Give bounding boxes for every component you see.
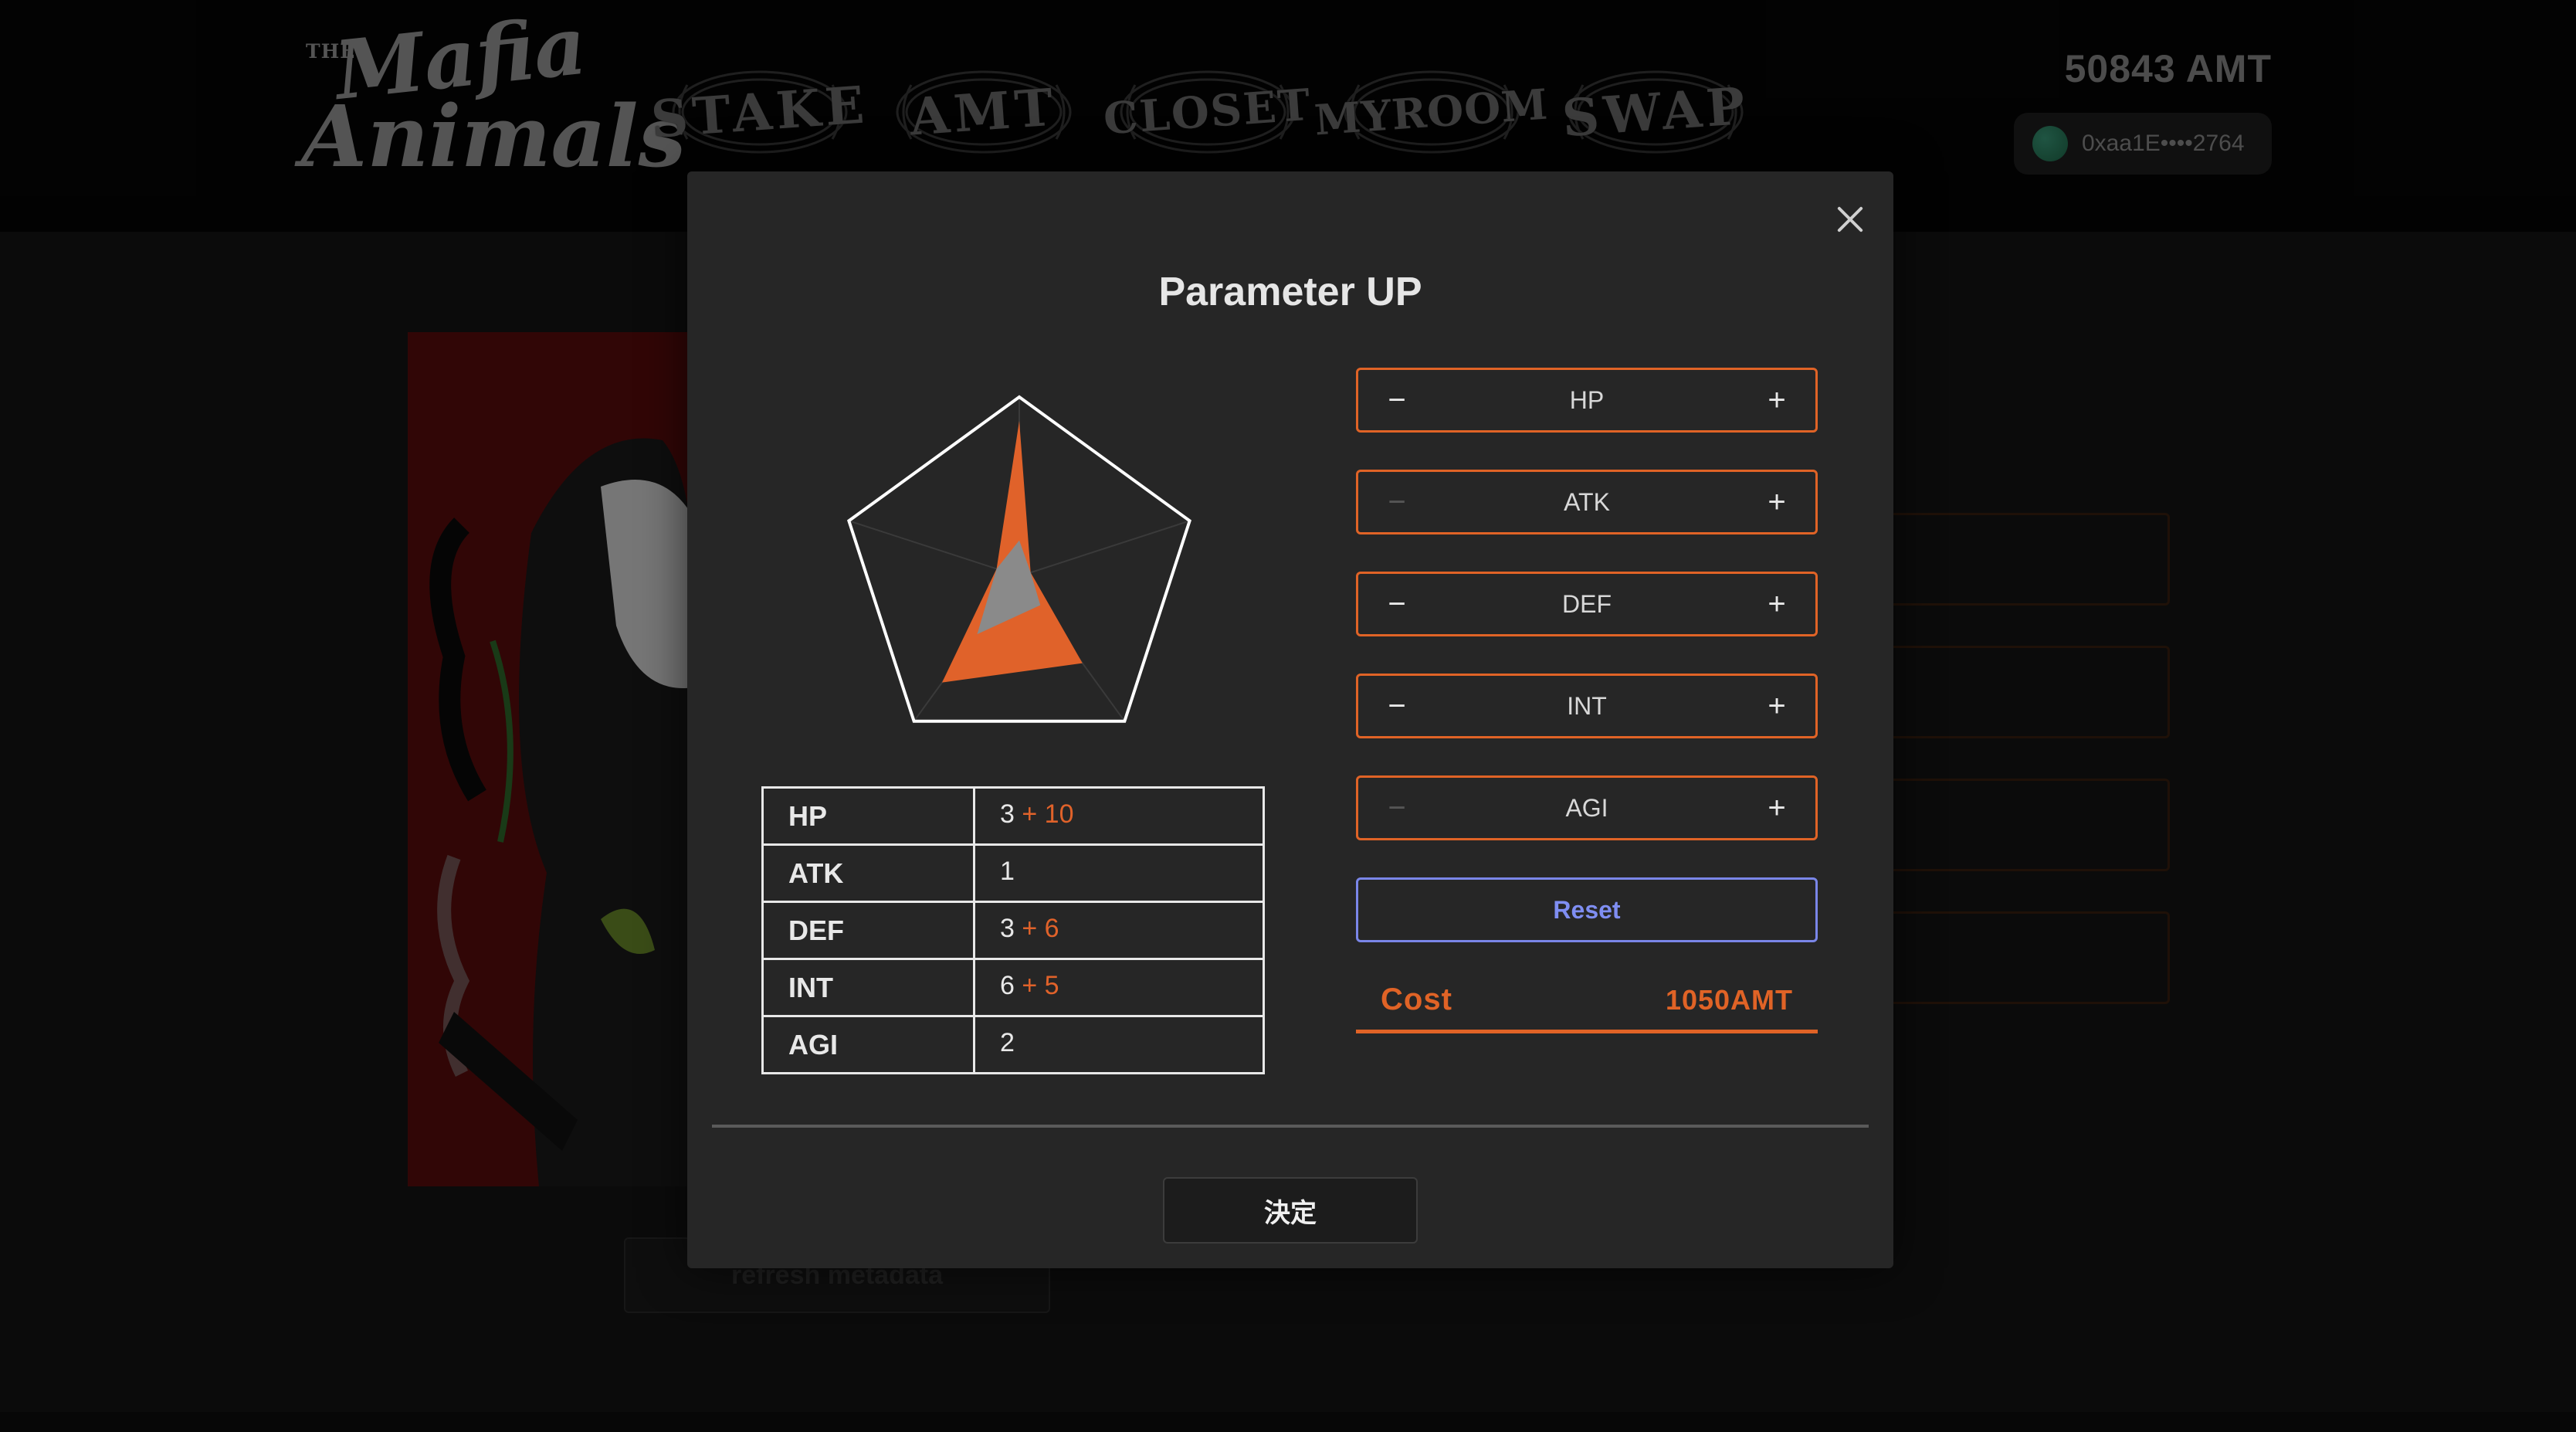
cost-label: Cost <box>1381 982 1452 1016</box>
stat-bonus: + 10 <box>1022 799 1074 829</box>
modal-divider <box>712 1125 1869 1128</box>
hp-increase-button[interactable]: + <box>1746 370 1808 430</box>
stat-value-agi: 2 <box>973 1015 1265 1074</box>
stat-value-atk: 1 <box>973 843 1265 903</box>
stat-key-def: DEF <box>761 901 975 960</box>
footer-bar <box>0 1412 2576 1432</box>
atk-decrease-button[interactable]: − <box>1366 472 1428 532</box>
radar-spoke-atk <box>1019 520 1190 577</box>
confirm-button[interactable]: 決定 <box>1163 1177 1418 1244</box>
stats-table: HP 3 + 10 ATK 1 DEF 3 + 6 INT 6 + 5 AGI <box>761 786 1265 1074</box>
stat-base: 3 <box>1000 914 1015 943</box>
int-increase-button[interactable]: + <box>1746 676 1808 736</box>
atk-increase-button[interactable]: + <box>1746 472 1808 532</box>
stat-key-hp: HP <box>761 786 975 846</box>
stat-base: 3 <box>1000 799 1015 829</box>
radar-spoke-agi <box>849 520 1020 577</box>
table-row: DEF 3 + 6 <box>761 901 1265 960</box>
table-row: AGI 2 <box>761 1015 1265 1074</box>
stat-base: 6 <box>1000 971 1015 1000</box>
atk-stepper: ATK − + <box>1356 470 1818 534</box>
stat-bonus: + 5 <box>1022 971 1059 1000</box>
int-stepper: INT − + <box>1356 674 1818 738</box>
cost-display: Cost 1050AMT <box>1356 970 1818 1033</box>
parameter-up-modal: Parameter UP HP 3 + 10 ATK 1 DEF 3 + 6 I… <box>687 171 1893 1268</box>
table-row: INT 6 + 5 <box>761 958 1265 1017</box>
stat-key-agi: AGI <box>761 1015 975 1074</box>
stat-bonus: + 6 <box>1022 914 1059 943</box>
def-increase-button[interactable]: + <box>1746 574 1808 634</box>
stat-base: 1 <box>1000 857 1015 886</box>
close-icon[interactable] <box>1833 202 1867 236</box>
hp-decrease-button[interactable]: − <box>1366 370 1428 430</box>
page: THE Mafia Animals STAKE AMT CLOSET MYROO… <box>0 0 2576 1432</box>
modal-title: Parameter UP <box>1158 270 1422 314</box>
hp-stepper: HP − + <box>1356 368 1818 433</box>
cost-value: 1050AMT <box>1665 983 1793 1016</box>
int-decrease-button[interactable]: − <box>1366 676 1428 736</box>
reset-button[interactable]: Reset <box>1356 877 1818 942</box>
agi-decrease-button[interactable]: − <box>1366 778 1428 838</box>
agi-stepper: AGI − + <box>1356 775 1818 840</box>
stat-key-int: INT <box>761 958 975 1017</box>
def-decrease-button[interactable]: − <box>1366 574 1428 634</box>
stat-key-atk: ATK <box>761 843 975 903</box>
agi-increase-button[interactable]: + <box>1746 778 1808 838</box>
parameter-radar-chart <box>847 395 1191 723</box>
stat-value-def: 3 + 6 <box>973 901 1265 960</box>
def-stepper: DEF − + <box>1356 572 1818 636</box>
stat-value-hp: 3 + 10 <box>973 786 1265 846</box>
table-row: HP 3 + 10 <box>761 786 1265 846</box>
stat-value-int: 6 + 5 <box>973 958 1265 1017</box>
table-row: ATK 1 <box>761 843 1265 903</box>
stat-base: 2 <box>1000 1028 1015 1057</box>
